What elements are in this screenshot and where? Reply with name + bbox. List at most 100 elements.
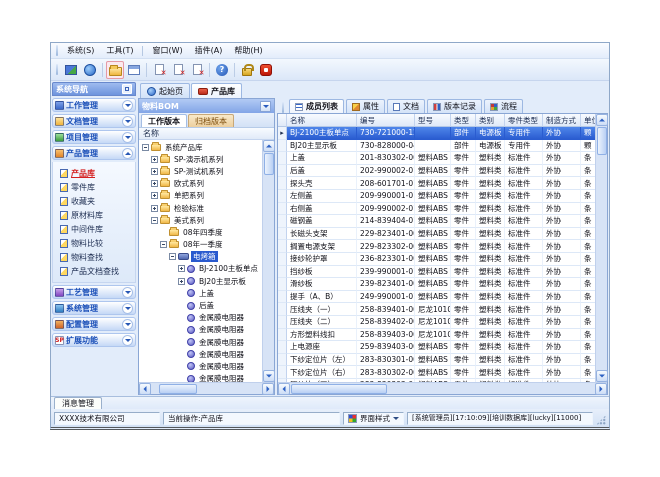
ui-style-selector[interactable]: 界面样式 [343, 412, 404, 425]
close-document-button[interactable] [150, 61, 168, 79]
bom-menu-button[interactable] [260, 101, 271, 112]
table-row[interactable]: 探头壳208-601701-01X塑料ABS零件塑料类标准件外协条 [278, 177, 595, 190]
table-row[interactable]: 磁钢盖214-839404-01X塑料ABS零件塑料类标准件外协条 [278, 215, 595, 228]
tree-node[interactable]: 上盖 [139, 287, 262, 299]
panel-tab[interactable]: 文档 [387, 99, 425, 113]
collapse-icon[interactable] [142, 144, 149, 151]
sidebar-group-6[interactable]: 系统管理 [52, 301, 136, 315]
expand-icon[interactable] [151, 192, 158, 199]
tree-node[interactable]: 08年一季度 [139, 239, 262, 251]
tree-hscroll-track[interactable] [198, 383, 262, 394]
menu-item-4[interactable]: 插件(A) [189, 44, 229, 57]
table-row[interactable]: 下纱定位片（左）283-830301-00X塑料ABS零件塑料类标准件外协条 [278, 354, 595, 367]
column-header[interactable]: 单位 [581, 114, 595, 127]
collapse-icon[interactable] [169, 253, 176, 260]
menu-item-2[interactable]: 工具(T) [100, 44, 139, 57]
table-row[interactable]: 压线夹（二）258-839402-00X尼龙1010零件塑料类标准件外协条 [278, 316, 595, 329]
collapse-icon[interactable] [160, 241, 167, 248]
help-button[interactable] [213, 61, 231, 79]
tree-column-header[interactable]: 名称 [139, 128, 274, 140]
column-header[interactable]: 零件类型 [505, 114, 543, 127]
panel-tab[interactable]: 版本记录 [427, 99, 482, 113]
scroll-left-icon[interactable] [278, 383, 290, 395]
tree-node[interactable]: 金属膜电阻器 [139, 324, 262, 336]
chevron-down-icon[interactable] [122, 319, 133, 330]
version-tab[interactable]: 工作版本 [141, 114, 187, 127]
expand-icon[interactable] [151, 156, 158, 163]
panel-tab[interactable]: 成员列表 [289, 99, 344, 113]
sidebar-item[interactable]: 物料查找 [60, 250, 133, 264]
tree-node[interactable]: 单把系列 [139, 190, 262, 202]
table-vscroll-thumb[interactable] [597, 127, 607, 155]
sidebar-item[interactable]: 原材料库 [60, 208, 133, 222]
panel-tab[interactable]: 属性 [346, 99, 385, 113]
chevron-down-icon[interactable] [122, 132, 133, 143]
open-library-button[interactable] [106, 61, 124, 79]
tree-node[interactable]: 检验标准 [139, 202, 262, 214]
version-tab[interactable]: 归档版本 [188, 114, 234, 127]
close-all-button[interactable] [188, 61, 206, 79]
expand-icon[interactable] [151, 180, 158, 187]
scroll-right-icon[interactable] [595, 383, 607, 395]
table-row[interactable]: 压线夹（一）258-839401-00X尼龙1010零件塑料类标准件外协条 [278, 303, 595, 316]
tree-node[interactable]: 金属膜电阻器 [139, 348, 262, 360]
table-row[interactable]: 滑纱板239-823401-00X塑料ABS零件塑料类标准件外协条 [278, 278, 595, 291]
menu-item-1[interactable]: 系统(S) [61, 44, 100, 57]
sidebar-item[interactable]: 产品库 [60, 166, 133, 180]
sidebar-group-8[interactable]: SP扩展功能 [52, 333, 136, 347]
resize-grip[interactable] [596, 415, 606, 425]
tree-node[interactable]: 08年四季度 [139, 226, 262, 238]
sidebar-group-3[interactable]: 项目管理 [52, 130, 136, 144]
table-row[interactable]: 左侧盖209-990001-01X塑料ABS零件塑料类标准件外协条 [278, 190, 595, 203]
tree-node[interactable]: 金属膜电阻器 [139, 312, 262, 324]
sidebar-item[interactable]: 中间件库 [60, 222, 133, 236]
table-row[interactable]: 后盖202-990002-01X塑料ABS零件塑料类标准件外协条 [278, 165, 595, 178]
chevron-down-icon[interactable] [122, 100, 133, 111]
tree-hscroll-thumb[interactable] [159, 384, 197, 394]
panel-tab[interactable]: 流程 [484, 99, 523, 113]
lock-button[interactable] [238, 61, 256, 79]
table-row[interactable]: 长磁头支架229-823401-00X塑料ABS零件塑料类标准件外协条 [278, 228, 595, 241]
sidebar-menu-button[interactable] [122, 84, 132, 94]
chevron-down-icon[interactable] [122, 303, 133, 314]
tree-node[interactable]: 系统产品库 [139, 141, 262, 153]
tree-node[interactable]: 美式系列 [139, 214, 262, 226]
tree-node[interactable]: SP-演示机系列 [139, 153, 262, 165]
sidebar-item[interactable]: 零件库 [60, 180, 133, 194]
scroll-up-icon[interactable] [596, 114, 608, 126]
table-row[interactable]: BJ20主显示板730-828000-04X部件电源板专用件外协颗 [278, 140, 595, 153]
chevron-down-icon[interactable] [122, 287, 133, 298]
scroll-up-icon[interactable] [263, 140, 275, 152]
table-row[interactable]: 挡纱板239-990001-01X塑料ABS零件塑料类标准件外协条 [278, 266, 595, 279]
document-tab[interactable]: 产品库 [191, 83, 242, 98]
tree-vertical-scrollbar[interactable] [262, 140, 274, 382]
member-tabs-drag-handle[interactable] [282, 102, 284, 113]
tree-node[interactable]: 金属膜电阻器 [139, 360, 262, 372]
scroll-right-icon[interactable] [262, 383, 274, 395]
table-row[interactable]: BJ-2100主板单点730-721000-12X部件电源板专用件外协颗 [278, 127, 595, 140]
scroll-down-icon[interactable] [263, 370, 275, 382]
chevron-down-icon[interactable] [122, 116, 133, 127]
menubar-drag-handle[interactable] [56, 45, 58, 56]
sidebar-item[interactable]: 物料比较 [60, 236, 133, 250]
window-list-button[interactable] [125, 61, 143, 79]
chevron-down-icon[interactable] [122, 335, 133, 346]
table-row[interactable]: 搁置电源支架229-823302-00X塑料ABS零件塑料类标准件外协条 [278, 240, 595, 253]
table-row[interactable]: 上电源座259-839403-00X塑料ABS零件塑料类标准件外协条 [278, 341, 595, 354]
sidebar-item[interactable]: 收藏夹 [60, 194, 133, 208]
tree-vscroll-thumb[interactable] [264, 153, 274, 175]
expand-icon[interactable] [178, 265, 185, 272]
tree-horizontal-scrollbar[interactable] [139, 382, 274, 394]
sidebar-group-7[interactable]: 配置管理 [52, 317, 136, 331]
expand-icon[interactable] [178, 278, 185, 285]
sidebar-group-2[interactable]: 文档管理 [52, 114, 136, 128]
column-header[interactable]: 名称 [287, 114, 357, 127]
message-manager-tab[interactable]: 消息管理 [54, 397, 102, 409]
column-header[interactable]: 类型 [451, 114, 476, 127]
workspace-button[interactable] [62, 61, 80, 79]
menu-item-3[interactable]: 窗口(W) [146, 44, 188, 57]
table-hscroll-thumb[interactable] [291, 384, 387, 394]
column-header[interactable]: 制造方式 [543, 114, 581, 127]
scroll-left-icon[interactable] [139, 383, 151, 395]
expand-icon[interactable] [151, 205, 158, 212]
